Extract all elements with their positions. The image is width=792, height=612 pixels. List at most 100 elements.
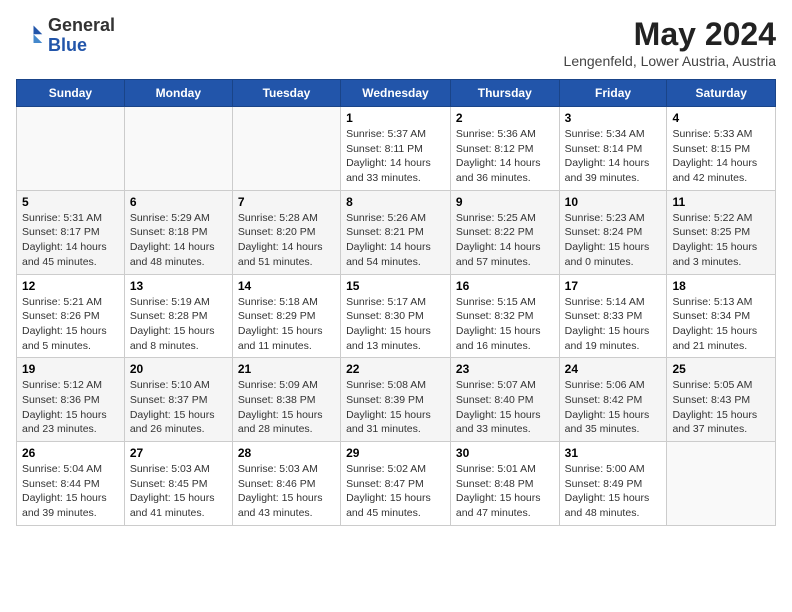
day-info: Sunrise: 5:31 AMSunset: 8:17 PMDaylight:… — [22, 211, 119, 270]
page-header: General Blue May 2024 Lengenfeld, Lower … — [16, 16, 776, 69]
day-number: 26 — [22, 446, 119, 460]
day-info: Sunrise: 5:34 AMSunset: 8:14 PMDaylight:… — [565, 127, 662, 186]
day-info: Sunrise: 5:28 AMSunset: 8:20 PMDaylight:… — [238, 211, 335, 270]
day-number: 9 — [456, 195, 554, 209]
day-number: 10 — [565, 195, 662, 209]
day-info: Sunrise: 5:10 AMSunset: 8:37 PMDaylight:… — [130, 378, 227, 437]
title-block: May 2024 Lengenfeld, Lower Austria, Aust… — [564, 16, 776, 69]
day-info: Sunrise: 5:07 AMSunset: 8:40 PMDaylight:… — [456, 378, 554, 437]
day-number: 13 — [130, 279, 227, 293]
weekday-header-saturday: Saturday — [667, 80, 776, 107]
day-number: 30 — [456, 446, 554, 460]
day-number: 4 — [672, 111, 770, 125]
calendar-cell — [667, 442, 776, 526]
calendar-table: SundayMondayTuesdayWednesdayThursdayFrid… — [16, 79, 776, 526]
day-info: Sunrise: 5:18 AMSunset: 8:29 PMDaylight:… — [238, 295, 335, 354]
day-info: Sunrise: 5:26 AMSunset: 8:21 PMDaylight:… — [346, 211, 445, 270]
location: Lengenfeld, Lower Austria, Austria — [564, 53, 776, 69]
day-info: Sunrise: 5:08 AMSunset: 8:39 PMDaylight:… — [346, 378, 445, 437]
calendar-cell: 21Sunrise: 5:09 AMSunset: 8:38 PMDayligh… — [232, 358, 340, 442]
day-info: Sunrise: 5:15 AMSunset: 8:32 PMDaylight:… — [456, 295, 554, 354]
day-number: 6 — [130, 195, 227, 209]
calendar-cell: 23Sunrise: 5:07 AMSunset: 8:40 PMDayligh… — [450, 358, 559, 442]
day-info: Sunrise: 5:23 AMSunset: 8:24 PMDaylight:… — [565, 211, 662, 270]
day-info: Sunrise: 5:14 AMSunset: 8:33 PMDaylight:… — [565, 295, 662, 354]
day-info: Sunrise: 5:12 AMSunset: 8:36 PMDaylight:… — [22, 378, 119, 437]
day-info: Sunrise: 5:03 AMSunset: 8:46 PMDaylight:… — [238, 462, 335, 521]
day-number: 29 — [346, 446, 445, 460]
day-number: 31 — [565, 446, 662, 460]
calendar-cell: 18 Sunrise: 5:13 AMSunset: 8:34 PMDayligh… — [667, 274, 776, 358]
day-info: Sunrise: 5:00 AMSunset: 8:49 PMDaylight:… — [565, 462, 662, 521]
day-number: 22 — [346, 362, 445, 376]
calendar-cell: 16 Sunrise: 5:15 AMSunset: 8:32 PMDayligh… — [450, 274, 559, 358]
logo: General Blue — [16, 16, 115, 56]
day-info: Sunrise: 5:02 AMSunset: 8:47 PMDaylight:… — [346, 462, 445, 521]
day-number: 25 — [672, 362, 770, 376]
day-info: Sunrise: 5:04 AMSunset: 8:44 PMDaylight:… — [22, 462, 119, 521]
calendar-cell: 12Sunrise: 5:21 AMSunset: 8:26 PMDayligh… — [17, 274, 125, 358]
calendar-week-row: 26 Sunrise: 5:04 AMSunset: 8:44 PMDayligh… — [17, 442, 776, 526]
calendar-cell: 13Sunrise: 5:19 AMSunset: 8:28 PMDayligh… — [124, 274, 232, 358]
day-number: 27 — [130, 446, 227, 460]
calendar-week-row: 12Sunrise: 5:21 AMSunset: 8:26 PMDayligh… — [17, 274, 776, 358]
day-number: 15 — [346, 279, 445, 293]
day-number: 18 — [672, 279, 770, 293]
calendar-cell — [17, 107, 125, 191]
day-info: Sunrise: 5:21 AMSunset: 8:26 PMDaylight:… — [22, 295, 119, 354]
calendar-cell: 14Sunrise: 5:18 AMSunset: 8:29 PMDayligh… — [232, 274, 340, 358]
day-number: 24 — [565, 362, 662, 376]
calendar-cell: 10 Sunrise: 5:23 AMSunset: 8:24 PMDayligh… — [559, 190, 667, 274]
calendar-cell: 26 Sunrise: 5:04 AMSunset: 8:44 PMDayligh… — [17, 442, 125, 526]
day-info: Sunrise: 5:36 AMSunset: 8:12 PMDaylight:… — [456, 127, 554, 186]
weekday-header-monday: Monday — [124, 80, 232, 107]
calendar-week-row: 1 Sunrise: 5:37 AMSunset: 8:11 PMDaylight… — [17, 107, 776, 191]
calendar-cell: 8Sunrise: 5:26 AMSunset: 8:21 PMDaylight… — [341, 190, 451, 274]
day-info: Sunrise: 5:06 AMSunset: 8:42 PMDaylight:… — [565, 378, 662, 437]
day-info: Sunrise: 5:37 AMSunset: 8:11 PMDaylight:… — [346, 127, 445, 186]
calendar-header-row: SundayMondayTuesdayWednesdayThursdayFrid… — [17, 80, 776, 107]
calendar-cell: 25 Sunrise: 5:05 AMSunset: 8:43 PMDayligh… — [667, 358, 776, 442]
day-number: 3 — [565, 111, 662, 125]
day-number: 16 — [456, 279, 554, 293]
day-number: 28 — [238, 446, 335, 460]
calendar-cell: 11 Sunrise: 5:22 AMSunset: 8:25 PMDayligh… — [667, 190, 776, 274]
day-number: 1 — [346, 111, 445, 125]
calendar-cell: 2 Sunrise: 5:36 AMSunset: 8:12 PMDaylight… — [450, 107, 559, 191]
calendar-cell: 24 Sunrise: 5:06 AMSunset: 8:42 PMDayligh… — [559, 358, 667, 442]
day-info: Sunrise: 5:17 AMSunset: 8:30 PMDaylight:… — [346, 295, 445, 354]
day-info: Sunrise: 5:22 AMSunset: 8:25 PMDaylight:… — [672, 211, 770, 270]
calendar-cell: 19 Sunrise: 5:12 AMSunset: 8:36 PMDayligh… — [17, 358, 125, 442]
day-info: Sunrise: 5:25 AMSunset: 8:22 PMDaylight:… — [456, 211, 554, 270]
calendar-week-row: 19 Sunrise: 5:12 AMSunset: 8:36 PMDayligh… — [17, 358, 776, 442]
calendar-cell — [232, 107, 340, 191]
calendar-cell: 20Sunrise: 5:10 AMSunset: 8:37 PMDayligh… — [124, 358, 232, 442]
month-year: May 2024 — [564, 16, 776, 53]
calendar-cell: 29 Sunrise: 5:02 AMSunset: 8:47 PMDayligh… — [341, 442, 451, 526]
calendar-cell: 31 Sunrise: 5:00 AMSunset: 8:49 PMDayligh… — [559, 442, 667, 526]
day-info: Sunrise: 5:29 AMSunset: 8:18 PMDaylight:… — [130, 211, 227, 270]
day-number: 17 — [565, 279, 662, 293]
day-number: 5 — [22, 195, 119, 209]
weekday-header-wednesday: Wednesday — [341, 80, 451, 107]
day-number: 11 — [672, 195, 770, 209]
calendar-cell: 27 Sunrise: 5:03 AMSunset: 8:45 PMDayligh… — [124, 442, 232, 526]
logo-text: General Blue — [48, 16, 115, 56]
calendar-cell: 4 Sunrise: 5:33 AMSunset: 8:15 PMDaylight… — [667, 107, 776, 191]
day-info: Sunrise: 5:01 AMSunset: 8:48 PMDaylight:… — [456, 462, 554, 521]
day-number: 19 — [22, 362, 119, 376]
day-number: 21 — [238, 362, 335, 376]
day-info: Sunrise: 5:05 AMSunset: 8:43 PMDaylight:… — [672, 378, 770, 437]
day-number: 7 — [238, 195, 335, 209]
calendar-cell: 7 Sunrise: 5:28 AMSunset: 8:20 PMDaylight… — [232, 190, 340, 274]
calendar-cell: 9 Sunrise: 5:25 AMSunset: 8:22 PMDaylight… — [450, 190, 559, 274]
calendar-cell: 6 Sunrise: 5:29 AMSunset: 8:18 PMDaylight… — [124, 190, 232, 274]
weekday-header-sunday: Sunday — [17, 80, 125, 107]
weekday-header-tuesday: Tuesday — [232, 80, 340, 107]
day-number: 2 — [456, 111, 554, 125]
day-info: Sunrise: 5:33 AMSunset: 8:15 PMDaylight:… — [672, 127, 770, 186]
day-info: Sunrise: 5:03 AMSunset: 8:45 PMDaylight:… — [130, 462, 227, 521]
logo-icon — [16, 22, 44, 50]
calendar-cell: 22 Sunrise: 5:08 AMSunset: 8:39 PMDayligh… — [341, 358, 451, 442]
day-info: Sunrise: 5:13 AMSunset: 8:34 PMDaylight:… — [672, 295, 770, 354]
